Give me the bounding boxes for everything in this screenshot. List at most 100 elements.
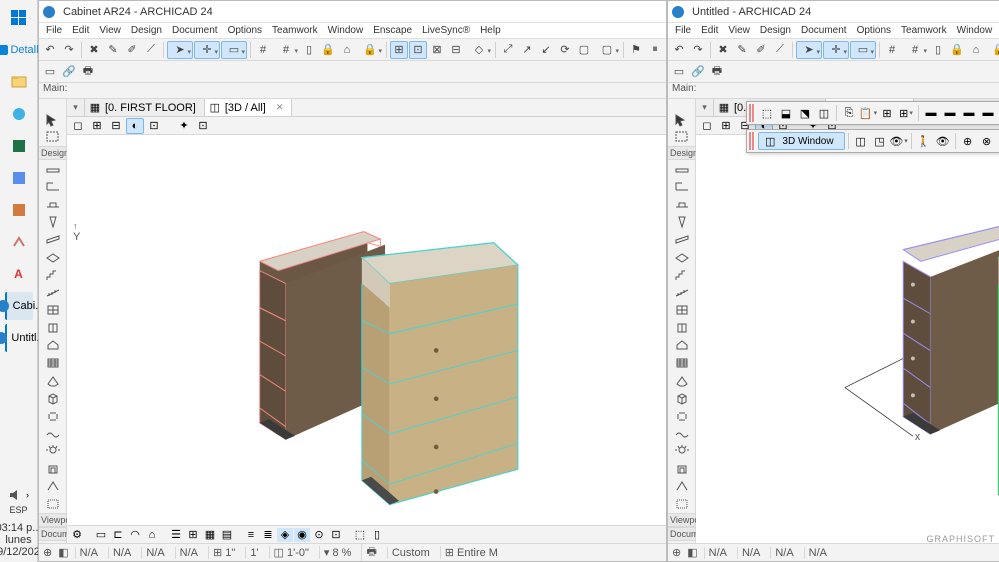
- mt-2[interactable]: ⊞: [717, 118, 735, 134]
- brush-icon[interactable]: ✐: [123, 41, 141, 59]
- lock-icon[interactable]: 🔒: [948, 41, 966, 59]
- float-toolbar-align[interactable]: ⬚ ⬓ ⬔ ◫ ⎘ 📋 ⊞ ⊞ ▬ ▬ ▬ ▬: [746, 101, 999, 125]
- home-icon[interactable]: ⌂: [338, 41, 356, 59]
- align-1[interactable]: ⬚: [758, 104, 776, 122]
- guide-dd-icon[interactable]: ▢: [594, 41, 620, 59]
- menu-design[interactable]: Design: [128, 25, 165, 36]
- more-2-icon[interactable]: [671, 495, 693, 513]
- rb-3[interactable]: ◠: [127, 528, 143, 542]
- titlebar-right[interactable]: Untitled - ARCHICAD 24 — ▢ ✕: [668, 1, 999, 23]
- print-icon[interactable]: 🖶: [79, 63, 97, 81]
- beam-tool-icon[interactable]: [42, 231, 64, 249]
- more-1-icon[interactable]: [671, 478, 693, 496]
- lock-dd-icon[interactable]: 🔒: [357, 41, 383, 59]
- menu-options[interactable]: Options: [225, 25, 265, 36]
- rb-6[interactable]: ⊞: [185, 528, 201, 542]
- crosshair-dd-icon[interactable]: ✛: [194, 41, 220, 59]
- redo-icon[interactable]: ↷: [60, 41, 78, 59]
- sheet-icon[interactable]: ▯: [300, 41, 318, 59]
- snap-dd-icon[interactable]: ◇: [466, 41, 492, 59]
- pick-icon[interactable]: ✖: [714, 41, 732, 59]
- taskbar-item-excel[interactable]: [5, 132, 33, 160]
- guide-4-icon[interactable]: ⟳: [556, 41, 574, 59]
- rb-9[interactable]: ≡: [243, 528, 259, 542]
- curtain-tool-icon[interactable]: [671, 354, 693, 372]
- start-button[interactable]: [5, 4, 33, 32]
- lamp-tool-icon[interactable]: [671, 442, 693, 460]
- taskbar-item-edge[interactable]: [5, 100, 33, 128]
- mesh-tool-icon[interactable]: [671, 425, 693, 443]
- lock-dd-icon[interactable]: 🔒: [986, 41, 999, 59]
- undo-icon[interactable]: ↶: [670, 41, 688, 59]
- sheet-icon[interactable]: ▯: [929, 41, 947, 59]
- paste-dd[interactable]: 📋: [859, 104, 877, 122]
- shell-tool-icon[interactable]: [671, 319, 693, 337]
- lamp-tool-icon[interactable]: [42, 442, 64, 460]
- array-dd[interactable]: ⊞: [897, 104, 915, 122]
- marquee-tool-icon[interactable]: [42, 128, 64, 146]
- menu-file[interactable]: File: [43, 25, 65, 36]
- rb-15[interactable]: ⬚: [352, 528, 368, 542]
- rb-7[interactable]: ▦: [202, 528, 218, 542]
- beam-tool-icon[interactable]: [671, 231, 693, 249]
- align-4[interactable]: ◫: [815, 104, 833, 122]
- 3d-window-button[interactable]: ◫3D Window: [758, 132, 845, 150]
- arrow-dd-icon[interactable]: ➤: [167, 41, 193, 59]
- tab-list-dd[interactable]: ▾: [696, 99, 714, 116]
- menu-options[interactable]: Options: [854, 25, 894, 36]
- taskbar-item-autocad[interactable]: A: [5, 260, 33, 288]
- eyedrop-icon[interactable]: ✎: [733, 41, 751, 59]
- dist-4[interactable]: ▬: [979, 104, 997, 122]
- menu-design[interactable]: Design: [757, 25, 794, 36]
- array-icon[interactable]: ⊞: [878, 104, 896, 122]
- measure-icon[interactable]: ⟋: [142, 41, 160, 59]
- more-2-icon[interactable]: [42, 495, 64, 513]
- rb-12[interactable]: ◉: [294, 528, 310, 542]
- arrow-dd-icon[interactable]: ➤: [796, 41, 822, 59]
- taskbar-item-app3[interactable]: [5, 228, 33, 256]
- snap-3-icon[interactable]: ⊠: [428, 41, 446, 59]
- print-icon[interactable]: 🖶: [708, 63, 726, 81]
- guide-1-icon[interactable]: ⤢: [499, 41, 517, 59]
- roof-tool-icon[interactable]: [671, 301, 693, 319]
- arrow-tool-icon[interactable]: [42, 111, 64, 129]
- rb-16[interactable]: ▯: [369, 528, 385, 542]
- wall-tool-icon[interactable]: [671, 160, 693, 178]
- rb-14[interactable]: ⊡: [328, 528, 344, 542]
- taskbar-running-archicad-2[interactable]: Untitl...: [5, 324, 33, 352]
- grid-icon[interactable]: #: [254, 41, 272, 59]
- mt-3[interactable]: ⊟: [107, 118, 125, 134]
- suspend-icon[interactable]: ⏸: [646, 41, 664, 59]
- persp-icon[interactable]: ◫: [852, 132, 870, 150]
- brush-icon[interactable]: ✐: [752, 41, 770, 59]
- grid-dd-icon[interactable]: #: [273, 41, 299, 59]
- menu-teamwork[interactable]: Teamwork: [898, 25, 950, 36]
- mt-6[interactable]: ✦: [175, 118, 193, 134]
- plan-dd-icon[interactable]: ▭: [850, 41, 876, 59]
- menu-enscape[interactable]: Enscape: [370, 25, 415, 36]
- rb-2[interactable]: ⊏: [110, 528, 126, 542]
- guide-3-icon[interactable]: ↙: [537, 41, 555, 59]
- object-tool-icon[interactable]: [671, 389, 693, 407]
- menu-document[interactable]: Document: [169, 25, 221, 36]
- explore-icon[interactable]: 👁: [934, 132, 952, 150]
- wall-tool-icon[interactable]: [42, 160, 64, 178]
- menu-view[interactable]: View: [96, 25, 124, 36]
- taskbar-item-app2[interactable]: [5, 196, 33, 224]
- door-tool-icon[interactable]: [671, 178, 693, 196]
- toolbar-grip-icon[interactable]: [749, 132, 755, 150]
- tab-list-dd[interactable]: ▾: [67, 99, 85, 116]
- link-icon[interactable]: 🔗: [689, 63, 707, 81]
- menu-file[interactable]: File: [672, 25, 694, 36]
- mt-1[interactable]: ◻: [698, 118, 716, 134]
- marquee-tool-icon[interactable]: [671, 128, 693, 146]
- roof-tool-icon[interactable]: [42, 301, 64, 319]
- shell-tool-icon[interactable]: [42, 319, 64, 337]
- taskbar-running-archicad-1[interactable]: Cabi...: [5, 292, 33, 320]
- eyedrop-icon[interactable]: ✎: [104, 41, 122, 59]
- close-tab-icon[interactable]: ✕: [276, 102, 284, 113]
- view-dd[interactable]: 👁: [890, 132, 908, 150]
- mt-7[interactable]: ⊡: [194, 118, 212, 134]
- mt-1[interactable]: ◻: [69, 118, 87, 134]
- rb-11[interactable]: ◈: [277, 528, 293, 542]
